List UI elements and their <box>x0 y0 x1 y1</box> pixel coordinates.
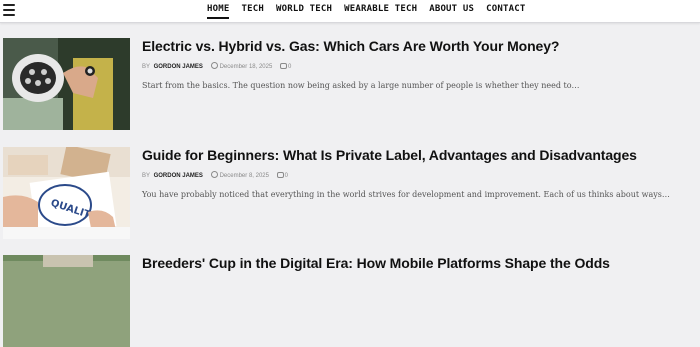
post-author[interactable]: GORDON JAMES <box>154 64 203 70</box>
main-nav: HOME TECH WORLD TECH WEARABLE TECH ABOUT… <box>201 0 532 22</box>
post-excerpt: Start from the basics. The question now … <box>142 81 580 90</box>
post-date: December 18, 2025 <box>210 62 272 70</box>
nav-world-tech[interactable]: WORLD TECH <box>270 0 338 22</box>
post-meta: BY GORDON JAMES December 18, 2025 0 <box>142 62 291 70</box>
post-comments[interactable]: 0 <box>276 172 288 179</box>
post-excerpt: You have probably noticed that everythin… <box>142 190 670 199</box>
post-date: December 8, 2025 <box>210 171 269 179</box>
clock-icon <box>210 62 218 69</box>
nav-contact[interactable]: CONTACT <box>480 0 531 22</box>
clock-icon <box>210 171 218 178</box>
post-item: Breeders' Cup in the Digital Era: How Mo… <box>3 255 693 347</box>
post-title[interactable]: Electric vs. Hybrid vs. Gas: Which Cars … <box>142 38 559 54</box>
comment-icon <box>279 63 287 69</box>
comment-icon <box>276 172 284 178</box>
post-meta: BY GORDON JAMES December 8, 2025 0 <box>142 171 288 179</box>
post-author[interactable]: GORDON JAMES <box>154 173 203 179</box>
top-navigation-bar: HOME TECH WORLD TECH WEARABLE TECH ABOUT… <box>0 0 700 23</box>
post-thumbnail-ev-charger[interactable] <box>3 38 130 130</box>
post-comments[interactable]: 0 <box>279 63 291 70</box>
by-label: BY <box>142 64 150 70</box>
nav-tech[interactable]: TECH <box>235 0 269 22</box>
by-label: BY <box>142 173 150 179</box>
post-title[interactable]: Guide for Beginners: What Is Private Lab… <box>142 147 637 163</box>
post-thumbnail-breeders-cup[interactable] <box>3 255 130 347</box>
post-title[interactable]: Breeders' Cup in the Digital Era: How Mo… <box>142 255 610 271</box>
nav-about-us[interactable]: ABOUT US <box>423 0 480 22</box>
post-item: QUALITY Guide for Beginners: What Is Pri… <box>3 147 693 239</box>
menu-icon[interactable] <box>3 4 15 16</box>
nav-wearable-tech[interactable]: WEARABLE TECH <box>338 0 423 22</box>
post-item: Electric vs. Hybrid vs. Gas: Which Cars … <box>3 38 693 130</box>
post-thumbnail-quality-stamp[interactable]: QUALITY <box>3 147 130 239</box>
nav-home[interactable]: HOME <box>201 0 235 22</box>
